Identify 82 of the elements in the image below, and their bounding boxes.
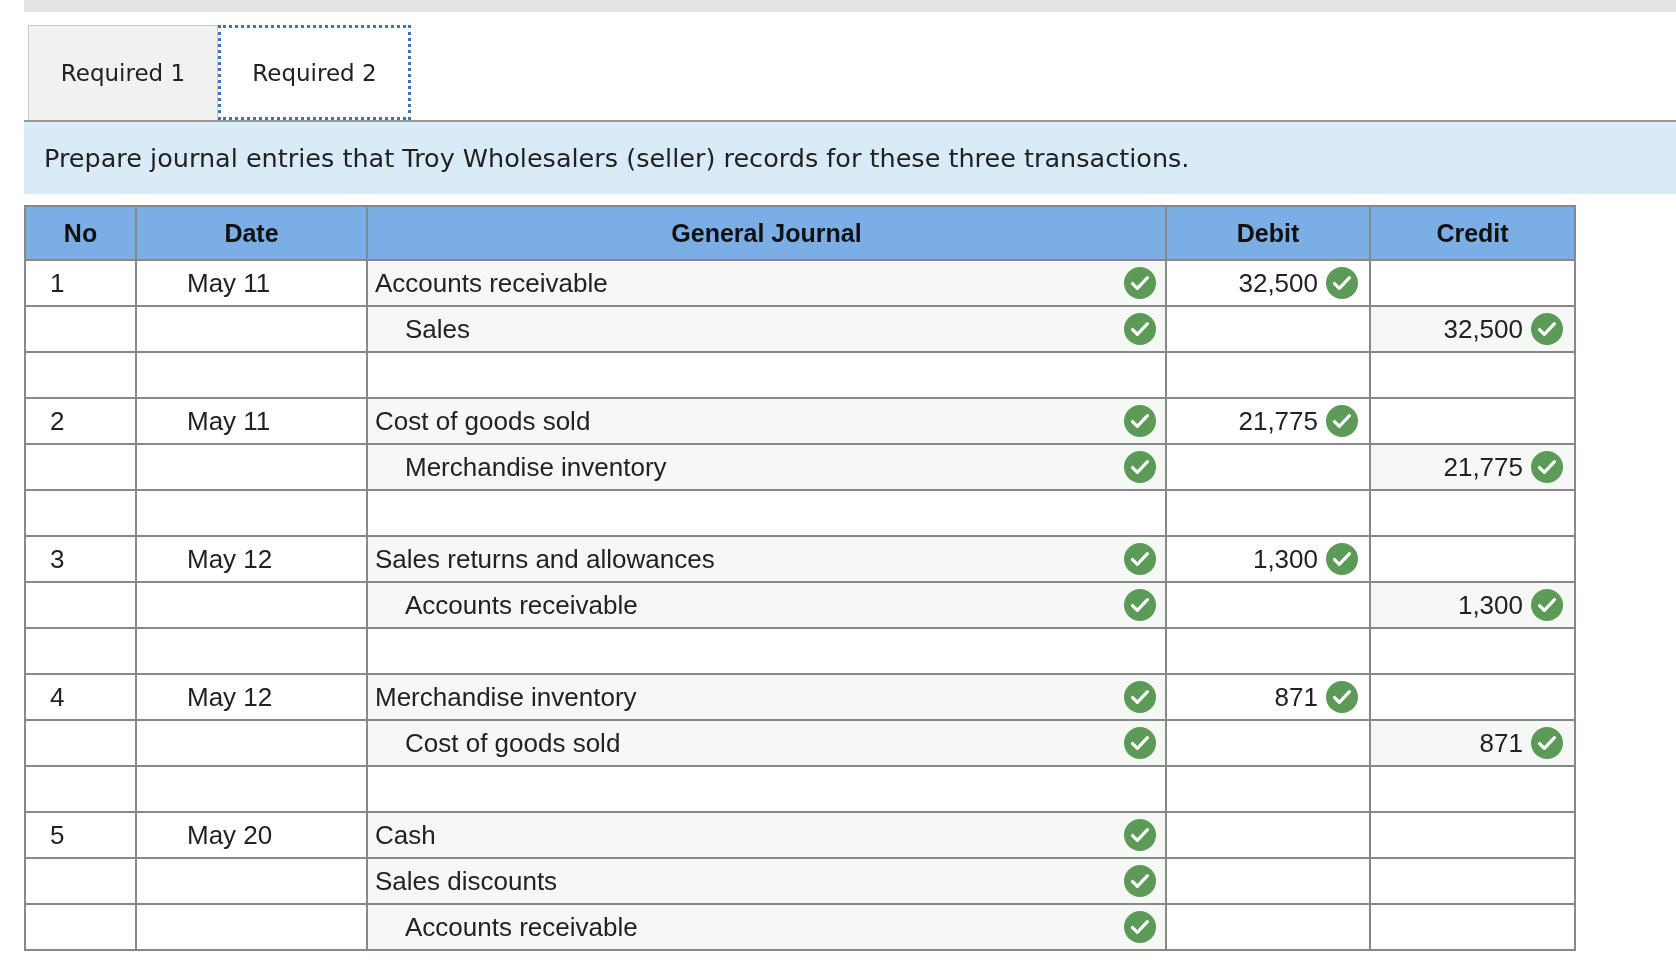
account-name: Accounts receivable <box>405 911 638 943</box>
column-header: No <box>25 206 136 260</box>
account-field[interactable]: Accounts receivable <box>367 260 1166 306</box>
account-name: Accounts receivable <box>375 267 608 299</box>
credit-field[interactable]: 21,775 <box>1370 444 1575 490</box>
account-name: Cash <box>375 819 436 851</box>
account-name: Sales <box>405 313 471 345</box>
credit-field[interactable] <box>1370 260 1575 306</box>
account-field[interactable] <box>367 628 1166 674</box>
debit-field[interactable] <box>1166 858 1370 904</box>
credit-field[interactable] <box>1370 536 1575 582</box>
table-cell: May 12 <box>136 536 367 582</box>
debit-amount: 32,500 <box>1238 267 1318 299</box>
account-name: Merchandise inventory <box>405 451 667 483</box>
credit-amount: 32,500 <box>1443 313 1523 345</box>
account-field[interactable]: Accounts receivable <box>367 582 1166 628</box>
account-name: Sales returns and allowances <box>375 543 715 575</box>
account-field[interactable]: Cost of goods sold <box>367 720 1166 766</box>
debit-field[interactable]: 21,775 <box>1166 398 1370 444</box>
account-field[interactable] <box>367 352 1166 398</box>
table-cell: 4 <box>25 674 136 720</box>
debit-field[interactable] <box>1166 306 1370 352</box>
debit-field[interactable] <box>1166 352 1370 398</box>
table-cell: May 20 <box>136 812 367 858</box>
credit-field[interactable] <box>1370 490 1575 536</box>
account-field[interactable]: Sales discounts <box>367 858 1166 904</box>
account-field[interactable]: Sales returns and allowances <box>367 536 1166 582</box>
account-name: Cost of goods sold <box>405 727 621 759</box>
account-field[interactable]: Sales <box>367 306 1166 352</box>
credit-field[interactable] <box>1370 812 1575 858</box>
credit-field[interactable] <box>1370 858 1575 904</box>
credit-amount: 21,775 <box>1443 451 1523 483</box>
account-field[interactable]: Cash <box>367 812 1166 858</box>
debit-field[interactable] <box>1166 582 1370 628</box>
table-cell: May 12 <box>136 674 367 720</box>
credit-field[interactable]: 871 <box>1370 720 1575 766</box>
debit-field[interactable] <box>1166 444 1370 490</box>
account-field[interactable] <box>367 490 1166 536</box>
account-name: Cost of goods sold <box>375 405 591 437</box>
debit-field[interactable] <box>1166 904 1370 950</box>
credit-field[interactable] <box>1370 904 1575 950</box>
credit-field[interactable] <box>1370 766 1575 812</box>
account-field[interactable]: Merchandise inventory <box>367 444 1166 490</box>
column-header: Debit <box>1166 206 1370 260</box>
credit-field[interactable]: 1,300 <box>1370 582 1575 628</box>
column-header: Credit <box>1370 206 1575 260</box>
tab[interactable]: Required 1 <box>28 25 218 120</box>
debit-field[interactable] <box>1166 490 1370 536</box>
credit-field[interactable] <box>1370 628 1575 674</box>
table-cell: 5 <box>25 812 136 858</box>
credit-field[interactable]: 32,500 <box>1370 306 1575 352</box>
credit-field[interactable] <box>1370 674 1575 720</box>
table-cell: May 11 <box>136 398 367 444</box>
table-cell: 3 <box>25 536 136 582</box>
debit-amount: 871 <box>1274 681 1318 713</box>
table-cell: 1 <box>25 260 136 306</box>
debit-field[interactable]: 1,300 <box>1166 536 1370 582</box>
debit-field[interactable] <box>1166 766 1370 812</box>
instruction-text: Prepare journal entries that Troy Wholesalers (seller) records for these three transactions. <box>44 143 1190 173</box>
debit-field[interactable] <box>1166 628 1370 674</box>
debit-amount: 21,775 <box>1238 405 1318 437</box>
debit-amount: 1,300 <box>1252 543 1318 575</box>
account-field[interactable] <box>367 766 1166 812</box>
credit-field[interactable] <box>1370 398 1575 444</box>
debit-field[interactable] <box>1166 812 1370 858</box>
credit-field[interactable] <box>1370 352 1575 398</box>
debit-field[interactable] <box>1166 720 1370 766</box>
account-name: Accounts receivable <box>405 589 638 621</box>
column-header: Date <box>136 206 367 260</box>
account-name: Sales discounts <box>375 865 558 897</box>
account-field[interactable]: Cost of goods sold <box>367 398 1166 444</box>
tab[interactable]: Required 2 <box>218 25 411 120</box>
column-header: General Journal <box>367 206 1166 260</box>
credit-amount: 1,300 <box>1457 589 1523 621</box>
table-cell: 2 <box>25 398 136 444</box>
account-field[interactable]: Accounts receivable <box>367 904 1166 950</box>
credit-amount: 871 <box>1479 727 1523 759</box>
account-field[interactable]: Merchandise inventory <box>367 674 1166 720</box>
table-cell: May 11 <box>136 260 367 306</box>
debit-field[interactable]: 32,500 <box>1166 260 1370 306</box>
debit-field[interactable]: 871 <box>1166 674 1370 720</box>
account-name: Merchandise inventory <box>375 681 637 713</box>
